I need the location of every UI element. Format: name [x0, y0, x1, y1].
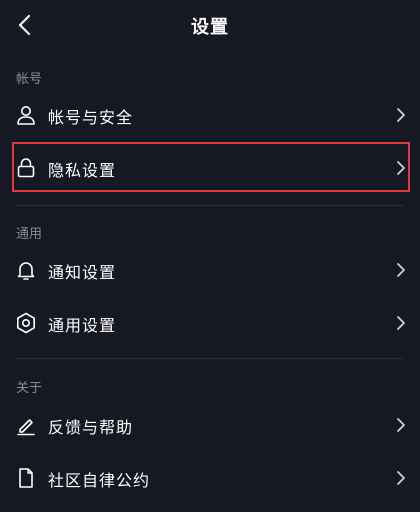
- document-icon: [19, 468, 33, 488]
- top-bar: 设置: [0, 0, 420, 50]
- section-divider: [16, 358, 404, 359]
- menu-item-label: 帐号与安全: [48, 108, 134, 127]
- menu-item-feedback-help[interactable]: 反馈与帮助: [0, 400, 420, 450]
- menu-item-label: 反馈与帮助: [48, 418, 134, 437]
- chevron-right-icon: [397, 316, 405, 330]
- menu-item-notification-settings[interactable]: 通知设置: [0, 245, 420, 295]
- menu-item-general-settings[interactable]: 通用设置: [0, 298, 420, 348]
- menu-item-account-security[interactable]: 帐号与安全: [0, 90, 420, 140]
- menu-item-community-guidelines[interactable]: 社区自律公约: [0, 453, 420, 503]
- edit-icon: [17, 419, 35, 436]
- section-label-about: 关于: [16, 381, 43, 396]
- menu-item-label: 通用设置: [48, 316, 117, 335]
- menu-item-label: 通知设置: [48, 263, 117, 282]
- gear-icon: [16, 312, 36, 334]
- section-label-general: 通用: [16, 227, 43, 242]
- chevron-right-icon: [397, 263, 405, 277]
- chevron-right-icon: [397, 108, 405, 122]
- chevron-right-icon: [397, 161, 405, 175]
- menu-item-label: 隐私设置: [48, 161, 117, 180]
- user-icon: [17, 106, 35, 125]
- page-title: 设置: [191, 17, 229, 38]
- section-label-account: 帐号: [16, 72, 43, 87]
- bell-icon: [17, 262, 35, 280]
- menu-item-label: 社区自律公约: [48, 471, 151, 490]
- section-divider: [16, 205, 404, 206]
- chevron-right-icon: [397, 471, 405, 485]
- menu-item-privacy-settings[interactable]: 隐私设置: [0, 143, 420, 193]
- chevron-right-icon: [397, 418, 405, 432]
- lock-icon: [17, 158, 35, 178]
